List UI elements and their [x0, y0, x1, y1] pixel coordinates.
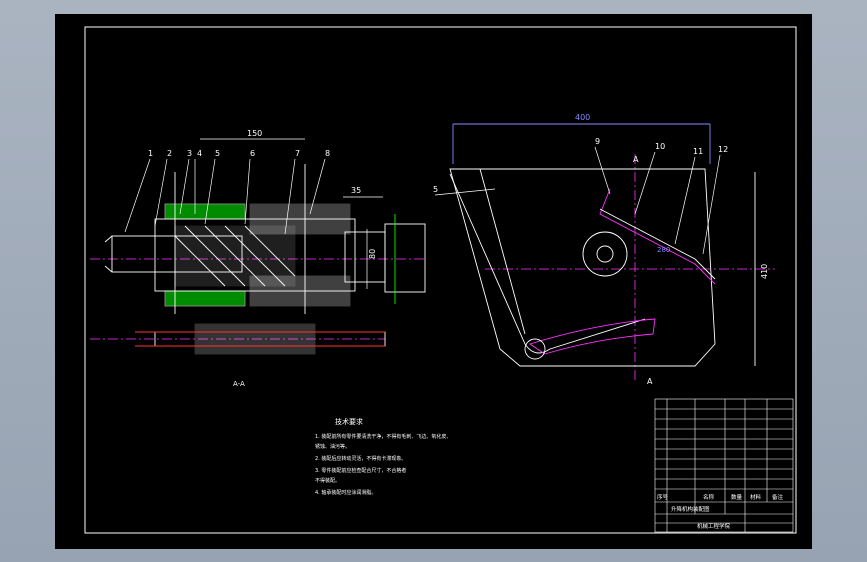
dimension-280: 280: [657, 246, 670, 254]
note-line: 2. 装配后应转动灵活，不得有卡滞现象。: [315, 455, 406, 462]
part-number: 11: [693, 147, 703, 156]
dimension-410: 410: [760, 264, 769, 279]
note-line: 锈蚀、油污等。: [315, 443, 350, 450]
part-number: 7: [295, 149, 300, 158]
part-number: 8: [325, 149, 330, 158]
cad-viewport[interactable]: 1 2 3 4 5 6 7 8 150 35 80 A-A 400 410 28…: [0, 0, 867, 562]
note-line: 3. 零件装配前应检查配合尺寸，不合格者: [315, 467, 406, 474]
part-number: 5: [433, 185, 438, 194]
title-header-cell: 材料: [750, 493, 762, 501]
school-name: 机械工程学院: [697, 522, 731, 530]
note-line: 1. 装配前所有零件要清洗干净，不得有毛刺、飞边、氧化皮、: [315, 433, 451, 440]
bucket-view: [449, 123, 756, 367]
dimension-35: 35: [351, 186, 361, 195]
part-number: 6: [250, 149, 255, 158]
cad-drawing: 1 2 3 4 5 6 7 8 150 35 80 A-A 400 410 28…: [84, 26, 797, 534]
drawing-sheet: 1 2 3 4 5 6 7 8 150 35 80 A-A 400 410 28…: [55, 14, 812, 549]
dimension-80: 80: [368, 249, 377, 259]
part-number: 1: [148, 149, 153, 158]
drawing-name: 升降机构装配图: [671, 505, 710, 513]
notes-title: 技术要求: [335, 417, 363, 426]
section-marker: A: [633, 155, 639, 164]
title-header-cell: 数量: [731, 493, 743, 501]
part-number: 4: [197, 149, 202, 158]
dimension-400: 400: [575, 113, 590, 122]
part-number: 5: [215, 149, 220, 158]
part-number: 10: [655, 142, 665, 151]
title-header-cell: 备注: [772, 493, 784, 501]
part-number: 2: [167, 149, 172, 158]
part-number: 9: [595, 137, 600, 146]
title-header-cell: 名称: [703, 493, 715, 501]
section-label: A-A: [233, 380, 245, 388]
dimension-150: 150: [247, 129, 262, 138]
part-labels-right: 9 10 11 12 5 A A: [433, 137, 728, 386]
part-number: 3: [187, 149, 192, 158]
part-number: 12: [718, 145, 728, 154]
note-line: 不得装配。: [315, 477, 340, 484]
section-marker: A: [647, 377, 653, 386]
note-line: 4. 轴承装配时应涂润滑脂。: [315, 489, 376, 496]
part-labels-left: 1 2 3 4 5 6 7 8: [148, 149, 330, 158]
title-header-cell: 序号: [657, 493, 669, 501]
technical-notes: 技术要求 1. 装配前所有零件要清洗干净，不得有毛刺、飞边、氧化皮、 锈蚀、油污…: [315, 417, 451, 496]
